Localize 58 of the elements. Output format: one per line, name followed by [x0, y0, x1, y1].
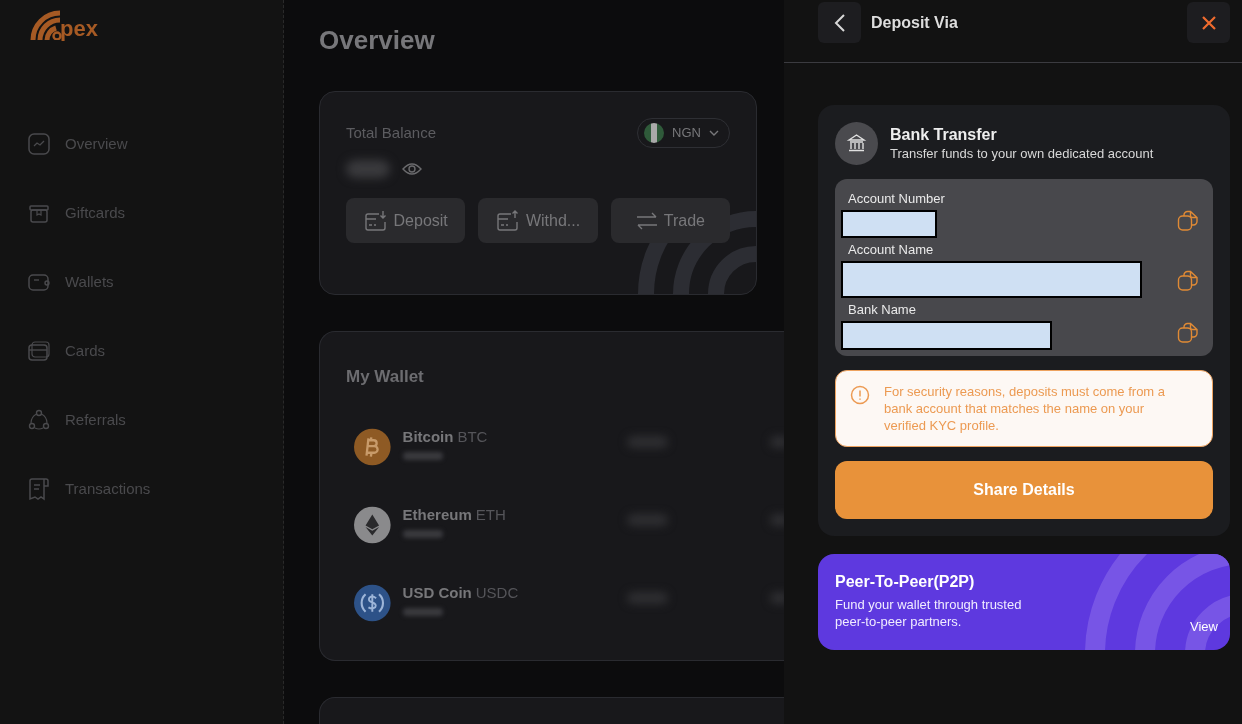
- copy-icon[interactable]: [1177, 270, 1199, 292]
- chart-icon: [27, 132, 51, 156]
- bank-transfer-title: Bank Transfer: [890, 124, 998, 145]
- share-details-button[interactable]: Share Details: [835, 461, 1213, 519]
- sidebar-item[interactable]: Transactions: [27, 471, 283, 507]
- card-arrow-icon: [495, 209, 520, 232]
- sidebar-item[interactable]: Referrals: [27, 402, 283, 438]
- logo-icon: [30, 10, 62, 40]
- blurred-value: [402, 607, 443, 616]
- page-title: Overview: [319, 24, 436, 56]
- swap-icon: [635, 210, 658, 231]
- drawer-title: Deposit Via: [871, 12, 958, 33]
- bank-icon: [835, 122, 878, 165]
- p2p-description: Fund your wallet through trusted peer-to-peer partners.: [835, 596, 1023, 630]
- close-button[interactable]: [1187, 2, 1230, 43]
- wallet-title: My Wallet: [346, 366, 425, 388]
- dollar-coin-icon: [354, 583, 391, 622]
- coin-symbol: USDC: [475, 583, 519, 602]
- coin-symbol: BTC: [457, 427, 488, 446]
- blurred-balance: [346, 160, 390, 178]
- bitcoin-icon: [354, 427, 391, 466]
- sidebar-item[interactable]: Cards: [27, 333, 283, 369]
- field-label: Bank Name: [847, 302, 917, 318]
- info-icon: [850, 385, 870, 405]
- arc-decoration-icon: [1085, 554, 1230, 650]
- close-icon: [1200, 14, 1217, 31]
- logo-text: pex: [60, 18, 98, 40]
- ethereum-icon: [354, 505, 391, 544]
- flag-icon: [644, 123, 665, 143]
- coin-symbol: ETH: [475, 505, 506, 524]
- chevron-left-icon: [833, 13, 846, 32]
- copy-icon[interactable]: [1177, 210, 1199, 232]
- copy-icon[interactable]: [1177, 322, 1199, 344]
- receipt-icon: [27, 477, 51, 501]
- coin-name: Bitcoin: [402, 427, 454, 446]
- view-link[interactable]: View: [1190, 616, 1218, 636]
- field-label: Account Name: [847, 242, 935, 258]
- action-button[interactable]: Trade: [610, 198, 730, 243]
- card-arrow-icon: [363, 209, 388, 232]
- coin-name: USD Coin: [402, 583, 472, 602]
- action-button[interactable]: Deposit: [346, 198, 466, 243]
- sidebar-item[interactable]: Wallets: [27, 264, 283, 300]
- card-icon: [27, 339, 51, 363]
- sidebar-item[interactable]: Overview: [27, 126, 283, 162]
- p2p-title: Peer-To-Peer(P2P): [835, 572, 976, 592]
- people-icon: [27, 408, 51, 432]
- back-button[interactable]: [818, 2, 861, 43]
- security-notice-text: For security reasons, deposits must come from a bank account that matches the name on your verified KYC profile.: [884, 383, 1167, 434]
- blurred-value: [402, 451, 443, 460]
- field-label: Account Number: [847, 191, 945, 207]
- bank-transfer-subtitle: Transfer funds to your own dedicated account: [890, 144, 1154, 163]
- balance-label: Total Balance: [346, 122, 437, 143]
- chevron-down-icon: [709, 130, 719, 136]
- sidebar-item[interactable]: Giftcards: [27, 195, 283, 231]
- coin-name: Ethereum: [402, 505, 472, 524]
- eye-icon[interactable]: [402, 162, 422, 176]
- action-button[interactable]: Withd...: [478, 198, 598, 243]
- blurred-value: [402, 529, 443, 538]
